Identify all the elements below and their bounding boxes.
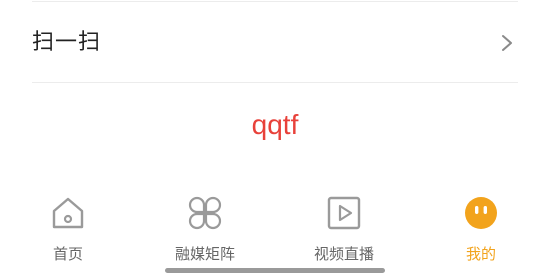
username: qqtf: [251, 109, 299, 140]
tab-label: 融媒矩阵: [174, 245, 235, 263]
scan-menu-item[interactable]: 扫一扫: [0, 2, 550, 82]
scan-label: 扫一扫: [32, 30, 102, 55]
tab-media-matrix[interactable]: 融媒矩阵: [150, 190, 260, 268]
screen: 扫一扫 qqtf 首页 融媒矩阵 视频直播 我的: [0, 0, 550, 275]
tab-label: 我的: [465, 245, 496, 263]
tab-label: 视频直播: [313, 245, 374, 263]
face-icon: [465, 197, 497, 229]
home-icon: [52, 197, 84, 229]
home-indicator[interactable]: [165, 268, 385, 273]
chevron-right-icon: [502, 35, 512, 51]
clover-grid-icon: [188, 196, 222, 230]
bottom-tab-bar: 首页 融媒矩阵 视频直播 我的: [0, 190, 550, 275]
divider: [32, 82, 518, 83]
play-video-icon: [327, 196, 361, 230]
tab-mine[interactable]: 我的: [426, 190, 536, 268]
tab-video-live[interactable]: 视频直播: [289, 190, 399, 268]
tab-label: 首页: [52, 245, 83, 263]
tab-home[interactable]: 首页: [13, 190, 123, 268]
